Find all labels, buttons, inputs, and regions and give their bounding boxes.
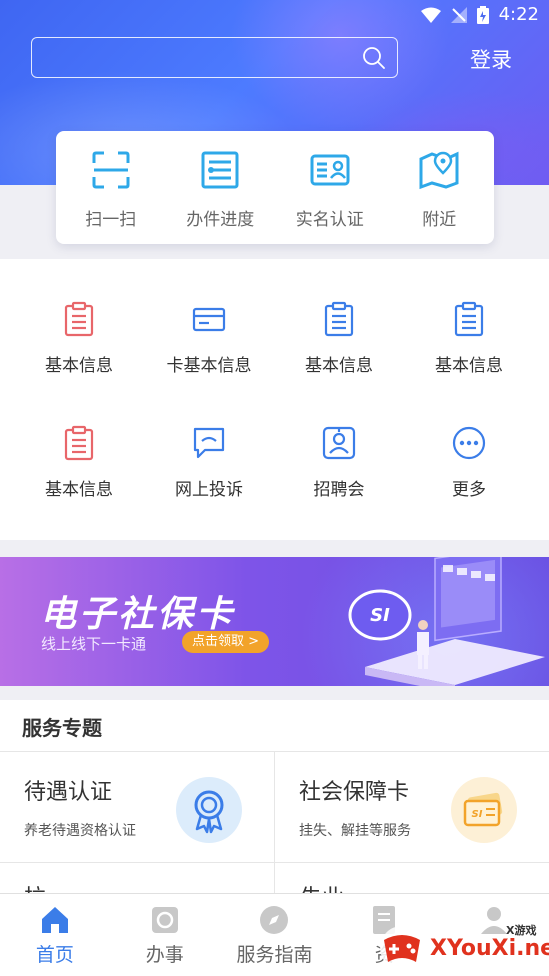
social-card-icon: SI	[463, 792, 503, 827]
grid-item-label: 网上投诉	[175, 480, 243, 500]
quick-action-scan[interactable]: 扫一扫	[56, 131, 166, 244]
person-frame-icon	[322, 426, 356, 460]
grid-item-label: 卡基本信息	[166, 356, 252, 376]
grid-item-basic-info[interactable]: 基本信息	[404, 301, 534, 376]
map-pin-icon	[419, 151, 459, 190]
claim-button[interactable]: 点击领取 >	[182, 631, 269, 653]
grid-item-label: 基本信息	[435, 356, 503, 376]
section-title: 服务专题	[22, 716, 102, 740]
nav-label: 服务指南	[236, 944, 313, 966]
quick-action-id-verify[interactable]: 实名认证	[275, 131, 385, 244]
topic-desc: 挂失、解挂等服务	[299, 823, 411, 839]
card-icon	[192, 307, 226, 332]
search-icon[interactable]	[362, 46, 386, 70]
nav-guide[interactable]: 服务指南	[220, 894, 330, 976]
grid-item-label: 更多	[452, 480, 486, 500]
grid-item-job-fair[interactable]: 招聘会	[274, 425, 404, 500]
nav-home[interactable]: 首页	[0, 894, 110, 976]
function-grid-row: 基本信息 卡基本信息 基本信息 基本信息	[0, 301, 549, 376]
no-signal-icon	[450, 6, 467, 23]
divider	[0, 862, 549, 863]
status-bar: 4:22	[0, 0, 549, 30]
id-card-icon	[310, 154, 350, 186]
topic-icon-bg: SI	[451, 777, 517, 843]
grid-item-complaint[interactable]: 网上投诉	[144, 425, 274, 500]
quick-action-label: 附近	[422, 210, 457, 230]
quick-action-label: 办件进度	[186, 210, 255, 230]
quick-action-progress[interactable]: 办件进度	[166, 131, 276, 244]
topic-card-social-card[interactable]: 社会保障卡 挂失、解挂等服务 SI	[275, 752, 549, 862]
chat-bubble-icon	[193, 427, 225, 459]
quick-action-nearby[interactable]: 附近	[385, 131, 495, 244]
affairs-icon	[151, 907, 178, 933]
banner-illustration: SI	[348, 557, 545, 686]
banner-title: 电子社保卡	[40, 594, 236, 635]
quick-action-label: 扫一扫	[85, 210, 137, 230]
grid-item-label: 基本信息	[305, 356, 373, 376]
clipboard-icon	[454, 301, 484, 337]
topic-icon-bg	[176, 777, 242, 843]
scan-icon	[92, 151, 130, 189]
progress-list-icon	[201, 151, 239, 189]
grid-item-basic-info[interactable]: 基本信息	[274, 301, 404, 376]
topic-desc: 养老待遇资格认证	[24, 823, 136, 839]
site-watermark: X游戏 XYouXi.net	[370, 918, 549, 976]
nav-label: 办事	[145, 944, 184, 966]
grid-item-label: 基本信息	[45, 480, 113, 500]
watermark-site: XYouXi.net	[430, 936, 549, 961]
search-input[interactable]	[31, 37, 398, 78]
compass-icon	[260, 906, 289, 934]
nav-affairs[interactable]: 办事	[110, 894, 220, 976]
card-logo: SI	[348, 589, 412, 641]
clipboard-icon	[64, 301, 94, 337]
grid-item-basic-info[interactable]: 基本信息	[14, 301, 144, 376]
login-button[interactable]: 登录	[470, 44, 512, 74]
grid-item-more[interactable]: 更多	[404, 425, 534, 500]
topic-card-benefit-auth[interactable]: 待遇认证 养老待遇资格认证	[0, 752, 274, 862]
wifi-icon	[420, 7, 441, 23]
home-icon	[41, 907, 68, 933]
function-grid: 基本信息 卡基本信息 基本信息 基本信息 基本信息 网上投诉 招聘会 更多	[0, 259, 549, 540]
grid-item-basic-info[interactable]: 基本信息	[14, 425, 144, 500]
battery-icon	[476, 5, 489, 24]
clipboard-icon	[64, 425, 94, 461]
nav-label: 首页	[35, 944, 74, 966]
topic-title: 社会保障卡	[299, 780, 410, 805]
card-badge-text: SI	[370, 605, 390, 626]
function-grid-row: 基本信息 网上投诉 招聘会 更多	[0, 425, 549, 500]
topic-title: 待遇认证	[24, 780, 113, 805]
grid-item-label: 招聘会	[313, 480, 365, 500]
service-topics: 服务专题 待遇认证 养老待遇资格认证 社会保障卡 挂失、解挂等服务 SI	[0, 700, 549, 911]
social-card-banner[interactable]: 电子社保卡 线上线下一卡通 点击领取 > SI	[0, 557, 549, 686]
status-time: 4:22	[498, 4, 539, 25]
banner-subtitle: 线上线下一卡通	[41, 635, 147, 653]
grid-item-card-info[interactable]: 卡基本信息	[144, 301, 274, 376]
clipboard-icon	[324, 301, 354, 337]
grid-item-label: 基本信息	[45, 356, 113, 376]
medal-icon	[194, 790, 224, 834]
svg-text:SI: SI	[472, 809, 483, 820]
quick-actions-card: 扫一扫 办件进度 实名认证 附近	[56, 131, 494, 244]
more-dots-icon	[452, 426, 486, 460]
quick-action-label: 实名认证	[295, 210, 364, 230]
gamepad-logo-icon	[380, 926, 424, 970]
